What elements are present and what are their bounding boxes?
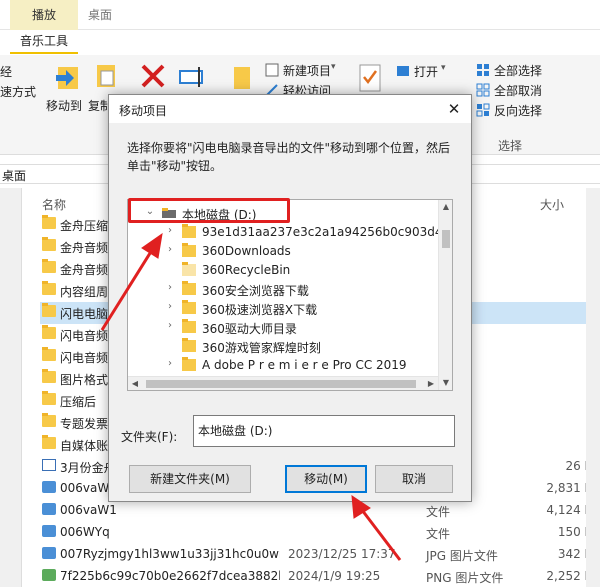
annotation-arrow-to-drive (100, 232, 163, 331)
annotation-arrow-to-move (351, 495, 402, 561)
annotation-arrows (100, 232, 402, 561)
